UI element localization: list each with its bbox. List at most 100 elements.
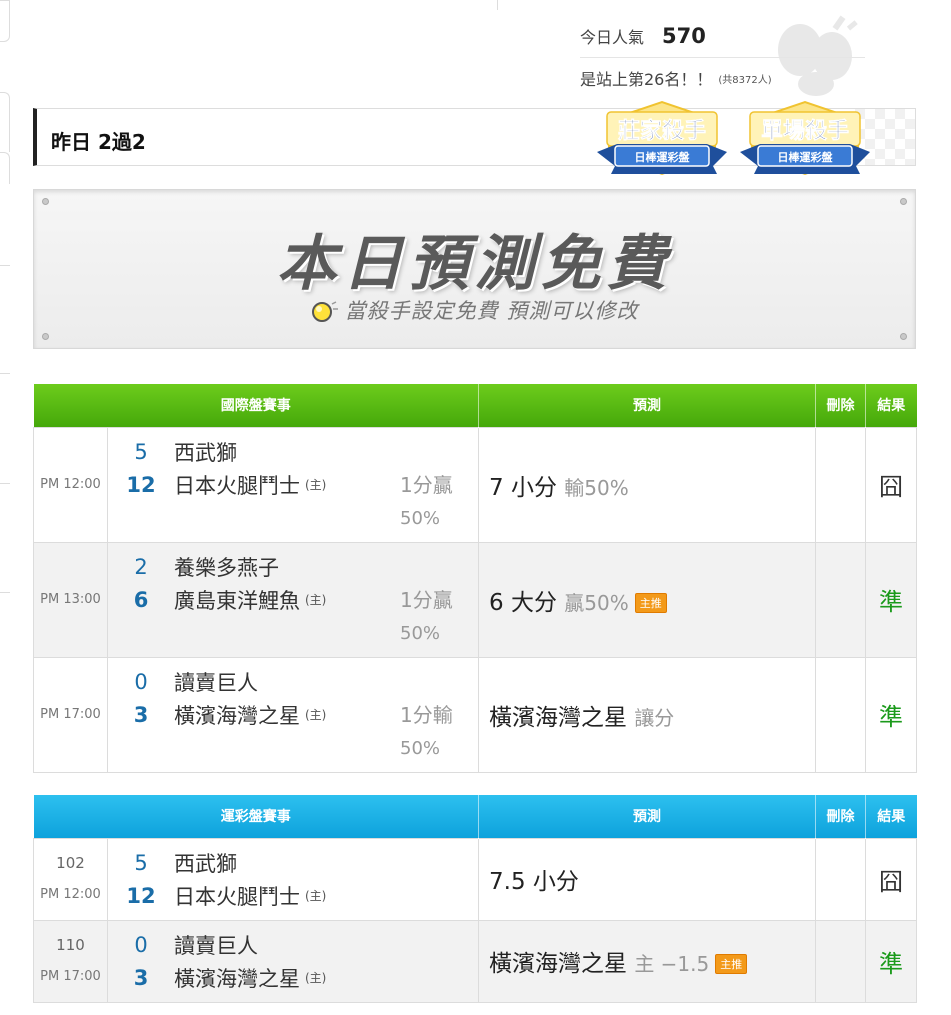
badge-sub: 日棒運彩盤 — [635, 150, 691, 164]
header-predict: 預測 — [478, 384, 816, 427]
today-count: 570 — [662, 23, 706, 48]
prediction-cell: 7 小分 輸50% — [478, 426, 816, 543]
match-teams: 2 養樂多燕子 6 廣島東洋鯉魚 (主) 1分贏 50% — [107, 541, 479, 658]
divider — [497, 0, 498, 10]
rank-text: 是站上第26名！！ — [580, 70, 713, 89]
prediction-detail: 讓分 — [634, 705, 675, 730]
spread-line: 1分贏 — [400, 472, 453, 497]
divider — [0, 373, 10, 374]
table-row: PM 13:00 2 養樂多燕子 6 廣島東洋鯉魚 (主) 1分贏 50% 6 大分 贏… — [33, 541, 917, 658]
spread-info: 1分贏 50% — [400, 583, 470, 651]
home-score: 12 — [126, 472, 156, 497]
delete-cell[interactable] — [815, 919, 866, 1003]
match-code-time: 102 PM 12:00 — [33, 837, 108, 921]
header-delete: 刪除 — [815, 384, 866, 427]
stats-panel: 今日人氣 570 是站上第26名！！ (共8372人) — [580, 14, 865, 98]
header-match: 國際盤賽事 — [33, 384, 479, 427]
result-correct: 準 — [865, 656, 917, 773]
delete-cell[interactable] — [815, 541, 866, 658]
result-correct: 準 — [865, 919, 917, 1003]
divider — [0, 592, 10, 593]
home-team: 廣島東洋鯉魚 — [174, 588, 300, 613]
match-teams: 0 讀賣巨人 3 橫濱海灣之星 (主) — [107, 919, 479, 1003]
spread-info: 1分輸 50% — [400, 698, 470, 766]
host-marker: (主) — [305, 593, 327, 607]
prediction-cell: 7.5 小分 — [478, 837, 816, 921]
away-score: 5 — [134, 850, 148, 875]
spread-pct: 50% — [400, 507, 441, 529]
left-panel-fragment — [0, 152, 10, 184]
delete-cell[interactable] — [815, 837, 866, 921]
prediction-pick: 橫濱海灣之星 — [489, 704, 627, 731]
match-teams: 0 讀賣巨人 3 橫濱海灣之星 (主) 1分輸 50% — [107, 656, 479, 773]
away-score: 2 — [134, 554, 148, 579]
prediction-cell: 橫濱海灣之星 讓分 — [478, 656, 816, 773]
delete-cell[interactable] — [815, 656, 866, 773]
divider — [0, 483, 10, 484]
away-team: 養樂多燕子 — [174, 555, 279, 580]
spread-line: 1分贏 — [400, 587, 453, 612]
home-team: 橫濱海灣之星 — [174, 966, 300, 991]
host-marker: (主) — [305, 478, 327, 492]
match-code: 102 — [56, 854, 85, 872]
intl-match-table: 國際盤賽事 預測 刪除 結果 PM 12:00 5 西武獅 12 日本火腿鬥士 (主)… — [33, 384, 917, 773]
banner-subtitle-row: 當殺手設定免費 預測可以修改 — [34, 295, 915, 325]
left-panel-fragment — [0, 0, 10, 42]
screw-icon — [900, 333, 907, 340]
header-result: 結果 — [865, 795, 917, 838]
home-score: 12 — [126, 883, 156, 908]
prediction-pick: 6 大分 — [489, 589, 557, 616]
table-row: PM 12:00 5 西武獅 12 日本火腿鬥士 (主) 1分贏 50% 7 小分 輸5… — [33, 426, 917, 543]
prediction-detail: 主 −1.5 — [634, 952, 710, 976]
divider — [0, 265, 10, 266]
badge-sub: 日棒運彩盤 — [778, 150, 834, 164]
away-score: 0 — [134, 932, 148, 957]
prediction-detail: 贏50% — [564, 590, 629, 615]
spread-pct: 50% — [400, 737, 441, 759]
prediction-pick: 7.5 小分 — [489, 869, 579, 895]
match-code: 110 — [56, 936, 85, 954]
yesterday-record: 昨日 2過2 — [51, 130, 146, 154]
away-score: 0 — [134, 669, 148, 694]
screw-icon — [900, 198, 907, 205]
prediction-cell: 6 大分 贏50% 主推 — [478, 541, 816, 658]
lightbulb-icon — [311, 301, 338, 322]
screw-icon — [42, 198, 49, 205]
match-time: PM 13:00 — [33, 541, 108, 658]
home-score: 3 — [133, 965, 149, 990]
prediction-detail: 輸50% — [564, 475, 629, 500]
today-popularity: 今日人氣 570 — [580, 14, 865, 58]
host-marker: (主) — [305, 889, 327, 903]
delete-cell[interactable] — [815, 426, 866, 543]
away-team: 讀賣巨人 — [174, 933, 258, 958]
featured-tag: 主推 — [715, 954, 748, 974]
match-time: PM 12:00 — [40, 887, 101, 902]
badge-title: 莊家殺手 — [618, 118, 706, 144]
banker-killer-badge-icon: 莊家殺手 日棒運彩盤 — [597, 100, 727, 176]
banner-title: 本日預測免費 — [276, 229, 673, 299]
result-miss: 囧 — [865, 426, 917, 543]
host-marker: (主) — [305, 708, 327, 722]
away-score: 5 — [134, 439, 148, 464]
featured-tag: 主推 — [634, 592, 667, 613]
badge-title: 單場殺手 — [761, 118, 849, 144]
prediction-pick: 7 小分 — [489, 474, 557, 501]
match-time: PM 12:00 — [33, 426, 108, 543]
table-row: 110 PM 17:00 0 讀賣巨人 3 橫濱海灣之星 (主) 橫濱海灣之星 主 −1… — [33, 919, 917, 1003]
left-panel-fragment — [0, 92, 10, 152]
spread-pct: 50% — [400, 622, 441, 644]
site-rank: 是站上第26名！！ (共8372人) — [580, 58, 865, 98]
spread-line: 1分輸 — [400, 702, 453, 727]
away-team: 西武獅 — [174, 851, 237, 876]
header-result: 結果 — [865, 384, 917, 427]
free-prediction-banner: 本日預測免費 當殺手設定免費 預測可以修改 — [33, 189, 916, 349]
table-row: 102 PM 12:00 5 西武獅 12 日本火腿鬥士 (主) 7.5 小分 囧 — [33, 837, 917, 921]
home-team: 日本火腿鬥士 — [174, 473, 300, 498]
home-score: 3 — [133, 702, 149, 727]
home-team: 日本火腿鬥士 — [174, 884, 300, 909]
away-team: 讀賣巨人 — [174, 670, 258, 695]
lottery-match-table: 運彩盤賽事 預測 刪除 結果 102 PM 12:00 5 西武獅 12 日本火腿鬥士… — [33, 795, 917, 1003]
today-label: 今日人氣 — [580, 27, 645, 47]
banner-subtitle: 當殺手設定免費 預測可以修改 — [344, 299, 639, 323]
result-correct: 準 — [865, 541, 917, 658]
